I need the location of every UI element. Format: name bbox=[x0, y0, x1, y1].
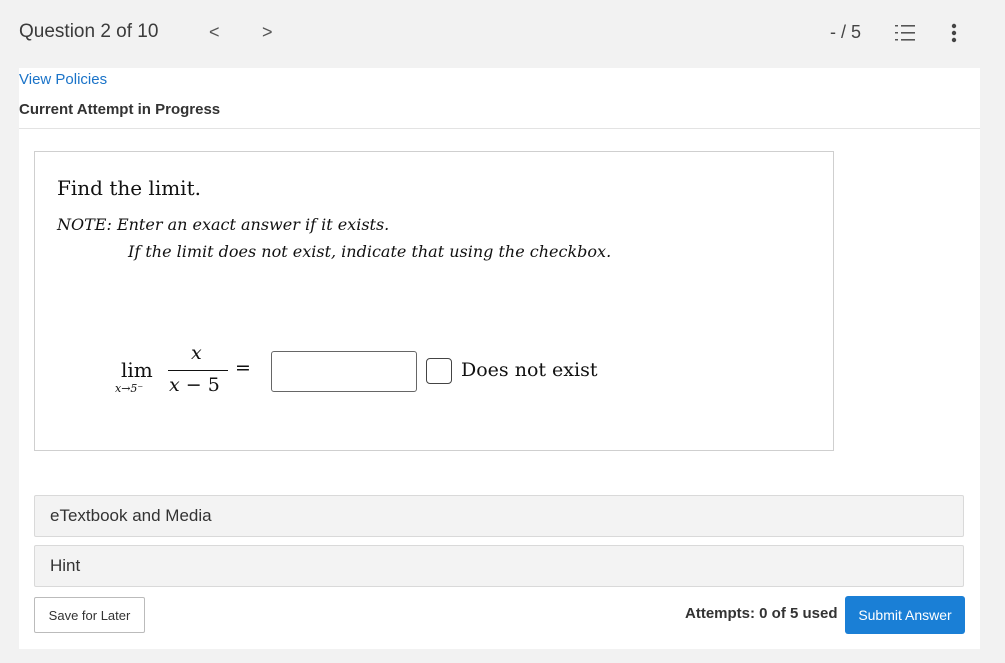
submit-answer-button[interactable]: Submit Answer bbox=[845, 596, 965, 634]
does-not-exist-checkbox[interactable] bbox=[426, 358, 452, 384]
attempts-counter: Attempts: 0 of 5 used bbox=[685, 605, 838, 622]
vertical-ellipsis-icon[interactable] bbox=[948, 22, 960, 44]
numbered-list-icon[interactable] bbox=[894, 23, 916, 43]
etextbook-media-section[interactable]: eTextbook and Media bbox=[34, 495, 964, 537]
limit-subscript: x→5⁻ bbox=[115, 382, 144, 395]
divider bbox=[19, 128, 980, 129]
question-progress: Question 2 of 10 bbox=[19, 21, 159, 42]
question-score: - / 5 bbox=[830, 22, 862, 42]
next-question-button[interactable]: > bbox=[262, 21, 273, 43]
denominator-constant: − 5 bbox=[179, 374, 220, 396]
question-heading: Find the limit. bbox=[57, 176, 201, 200]
answer-input[interactable] bbox=[271, 351, 417, 392]
limit-operator: lim bbox=[121, 358, 153, 382]
hint-section[interactable]: Hint bbox=[34, 545, 964, 587]
denominator-variable: x bbox=[169, 374, 180, 396]
save-for-later-button[interactable]: Save for Later bbox=[34, 597, 145, 633]
view-policies-link[interactable]: View Policies bbox=[19, 71, 107, 88]
question-box: Find the limit. NOTE: Enter an exact ans… bbox=[34, 151, 834, 451]
question-header: Question 2 of 10 < > - / 5 bbox=[0, 0, 1005, 66]
question-content-panel: View Policies Current Attempt in Progres… bbox=[19, 68, 980, 649]
fraction-denominator: x − 5 bbox=[169, 374, 220, 396]
question-note-continued: If the limit does not exist, indicate th… bbox=[128, 242, 612, 261]
fraction-numerator: x bbox=[191, 342, 202, 364]
attempt-status: Current Attempt in Progress bbox=[19, 101, 221, 118]
previous-question-button[interactable]: < bbox=[209, 21, 220, 43]
equals-sign: = bbox=[235, 357, 251, 379]
fraction-bar bbox=[168, 370, 228, 371]
question-note: NOTE: Enter an exact answer if it exists… bbox=[57, 215, 390, 234]
does-not-exist-label: Does not exist bbox=[461, 359, 598, 381]
